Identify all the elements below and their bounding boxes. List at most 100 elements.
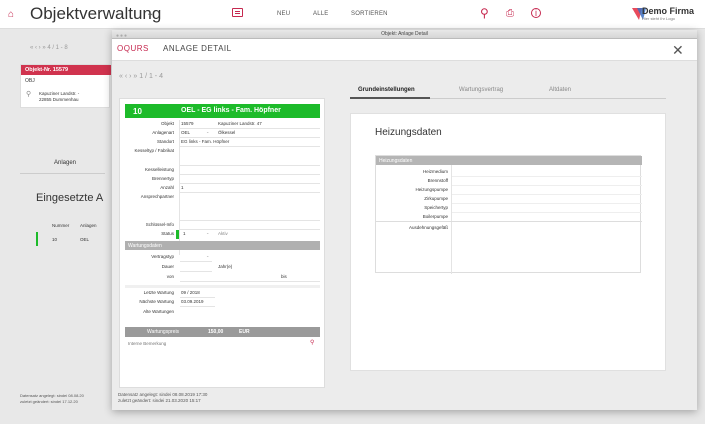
heizungsdaten-grid: Heizungsdaten Heizmedium Brennstoff Heiz… [375, 155, 642, 274]
objekt-address: Kapuziner Landstr. 47 [218, 121, 262, 126]
home-icon[interactable]: ⌂ [8, 9, 14, 20]
bg-tab-anlagen[interactable]: Anlagen [54, 160, 76, 166]
app-title: Objektverwaltung [30, 4, 162, 23]
brennstoff-input[interactable] [452, 185, 642, 186]
status-label: Status [161, 231, 174, 236]
naechste-wartung-value[interactable]: 03.09.2019 [181, 299, 204, 304]
schluessel-label: Schlüssel-Info [145, 222, 174, 227]
bg-heading: Eingesetzte A [36, 192, 104, 204]
boilerpumpe-input[interactable] [376, 221, 642, 222]
ausdehnung-label: Ausdehnungsgefäß [408, 225, 448, 230]
record-pager[interactable]: « ‹ › » 1 / 1 - 4 [119, 73, 163, 80]
kesselleistung-input[interactable] [180, 174, 320, 175]
logo-name: Demo Firma [642, 6, 695, 16]
objekt-value[interactable]: 15579 [181, 121, 194, 126]
schluessel-input[interactable] [180, 229, 320, 230]
tab-grundeinstellungen[interactable]: Grundeinstellungen [358, 87, 415, 93]
bg-table: Nummer Anlagen 10 OEL [36, 220, 106, 252]
field-line [180, 137, 320, 138]
anlage-name: OEL - EG links - Fam. Höpfner [181, 107, 281, 114]
field-divider [179, 120, 180, 255]
bg-object-card[interactable]: Objekt-Nr. 15579 OBJ ⚲ Kapuziner Landstr… [20, 64, 111, 108]
naechste-wartung-label: Nächste Wartung [139, 299, 174, 304]
kesseltyp-input[interactable] [180, 165, 320, 166]
nav-all[interactable]: ALLE [313, 11, 328, 17]
wartung-section-header: Wartungsdaten [125, 241, 320, 250]
field-line [180, 128, 320, 129]
nav-sort[interactable]: SORTIEREN [351, 11, 388, 17]
von-label: von [166, 274, 174, 279]
tab-altdaten[interactable]: Altdaten [549, 87, 571, 93]
brennstoff-label: Brennstoff [427, 178, 448, 183]
wartungspreis-value[interactable]: 150,00 [208, 329, 223, 335]
search-icon[interactable]: ⚲ [480, 6, 489, 20]
status-indicator [176, 230, 179, 239]
anzahl-label: Anzahl [160, 185, 174, 190]
location-pin-icon: ⚲ [26, 91, 32, 98]
anzahl-input[interactable]: 1 [181, 185, 184, 190]
search-icon[interactable]: ⚲ [310, 339, 314, 346]
field-divider [451, 165, 452, 274]
message-icon[interactable] [232, 8, 243, 17]
record-info: Datensatz angelegt: sindei 08.08.2019 17… [118, 392, 208, 403]
bg-tab-divider [20, 173, 105, 174]
top-bar: ⌂ Objektverwaltung ⌄ NEU ALLE SORTIEREN … [0, 0, 705, 29]
tab-wartungsvertrag[interactable]: Wartungsvertrag [459, 87, 503, 93]
von-bis-input[interactable] [180, 281, 320, 282]
field-line [180, 146, 320, 147]
chevron-down-icon[interactable]: ⌄ [146, 8, 154, 19]
anlage-header: 10 OEL - EG links - Fam. Höpfner [125, 104, 320, 118]
standort-input[interactable]: EG links - Fam. Höpfner [181, 139, 229, 144]
chevron-down-icon[interactable]: ⌄ [206, 253, 209, 258]
dauer-input[interactable] [180, 271, 212, 272]
print-icon[interactable]: ⎙ [506, 8, 514, 19]
nav-new[interactable]: NEU [277, 11, 290, 17]
anlage-detail-window: ●●● Objekt: Anlage Detail OQURS ANLAGE D… [112, 30, 697, 410]
heizmedium-input[interactable] [452, 176, 642, 177]
field-line [180, 297, 215, 298]
standort-label: Standort [156, 139, 174, 144]
logo-sub: Hier steht Ihr Logo [642, 16, 675, 21]
bg-object-type: OBJ [25, 78, 35, 84]
heizungsdaten-panel: Heizungsdaten Heizungsdaten Heizmedium B… [350, 113, 666, 371]
anlage-card: 10 OEL - EG links - Fam. Höpfner Objekt … [119, 98, 325, 388]
status-text: Aktiv [218, 231, 228, 236]
anlagenart-label: Anlagenart [152, 130, 174, 135]
vertragstyp-select[interactable] [180, 261, 212, 262]
kesseltyp-label: Kesseltyp / Fabrikat [134, 148, 174, 153]
alte-wartungen-label: Alte Wartungen [143, 309, 174, 314]
wartungspreis-row: Wartungspreis 150,00 EUR [125, 327, 320, 337]
kesselleistung-label: Kesselleistung [144, 167, 174, 172]
field-line [180, 306, 215, 307]
anlagenart-select[interactable]: OEL [181, 130, 190, 135]
letzte-wartung-value[interactable]: 09 / 2018 [181, 290, 200, 295]
active-tab-indicator [350, 97, 430, 99]
chevron-down-icon[interactable]: ⌄ [206, 129, 209, 134]
boilerpumpe-label: Boilerpumpe [422, 214, 448, 219]
speichertyp-input[interactable] [452, 212, 642, 213]
wartungspreis-currency: EUR [239, 329, 250, 335]
bemerkung-field[interactable]: Interne Bemerkung ⚲ [125, 340, 320, 348]
brennertyp-input[interactable] [180, 183, 320, 184]
heizungspumpe-input[interactable] [452, 194, 642, 195]
objekt-label: Objekt [160, 121, 174, 126]
bg-object-address: Kapuziner Landstr. -22855 Dummenhau [39, 91, 80, 102]
bemerkung-placeholder: Interne Bemerkung [128, 341, 167, 346]
dauer-unit: Jahr(e) [218, 264, 233, 269]
ansprechpartner-input[interactable] [180, 220, 320, 221]
zirkupumpe-input[interactable] [452, 203, 642, 204]
bg-record-info: Datensatz angelegt: sindei 08.08.20 zule… [20, 393, 84, 404]
heizungsdaten-section-header: Heizungsdaten [376, 156, 642, 165]
info-icon[interactable]: i [531, 8, 541, 18]
chevron-down-icon[interactable]: ⌄ [206, 230, 209, 235]
anlagenart-desc: Ölkessel [218, 130, 236, 135]
brand-label: OQURS [117, 44, 149, 53]
detail-tabs: Grundeinstellungen Wartungsvertrag Altda… [350, 87, 666, 99]
status-select[interactable]: 1 [183, 231, 186, 236]
bg-object-badge: Objekt-Nr. 15579 [21, 65, 111, 75]
close-icon[interactable]: ✕ [672, 42, 684, 59]
dauer-label: Dauer [161, 264, 174, 269]
bg-pager[interactable]: « ‹ › » 4 / 1 - 8 [30, 45, 68, 51]
window-header: OQURS ANLAGE DETAIL ✕ [112, 39, 697, 61]
heizmedium-label: Heizmedium [422, 169, 448, 174]
